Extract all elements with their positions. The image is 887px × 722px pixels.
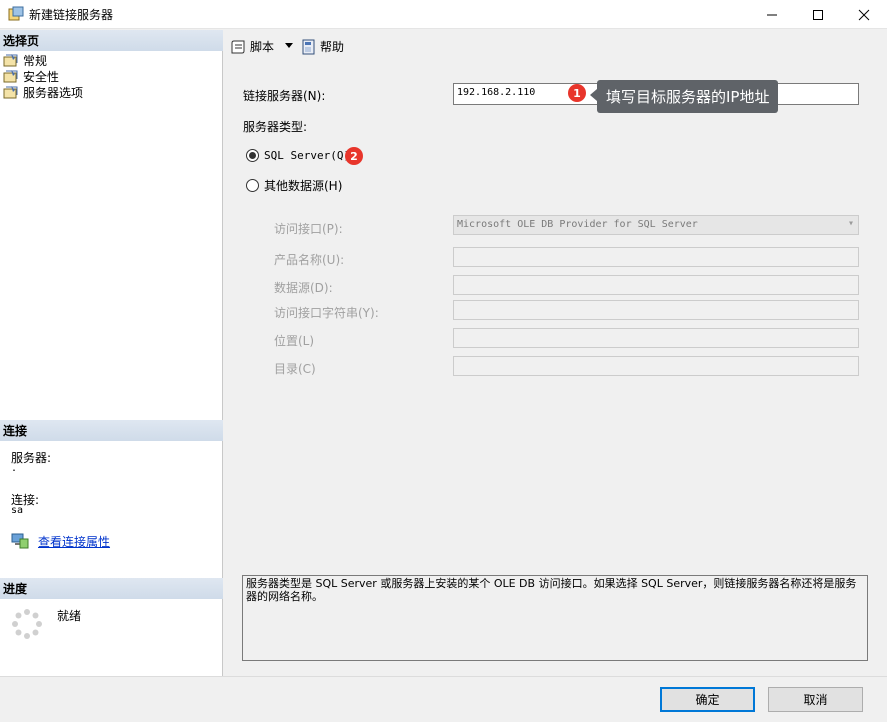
provider-select: Microsoft OLE DB Provider for SQL Server… <box>453 215 859 235</box>
script-icon <box>231 40 245 53</box>
server-type-label: 服务器类型: <box>243 120 308 134</box>
minimize-icon <box>767 14 777 15</box>
location-label: 位置(L) <box>274 334 315 348</box>
radio-other-label: 其他数据源(H) <box>264 179 343 193</box>
provider-string-label: 访问接口字符串(Y): <box>274 306 379 320</box>
maximize-button[interactable] <box>795 0 841 29</box>
annotation-badge-1: 1 <box>568 84 586 102</box>
left-panel: 选择页 常规 安全性 服务器选项 连接 服务器: . 连接: sa 查看连接属性… <box>0 30 223 676</box>
linked-server-label: 链接服务器(N): <box>243 89 326 103</box>
annotation-badge-2: 2 <box>345 147 363 165</box>
close-icon <box>858 9 870 20</box>
radio-unselected-icon <box>246 179 259 192</box>
annotation-tooltip: 填写目标服务器的IP地址 <box>597 80 779 113</box>
app-icon <box>8 6 24 21</box>
product-name-label: 产品名称(U): <box>274 253 345 267</box>
help-label: 帮助 <box>320 40 345 54</box>
ok-button[interactable]: 确定 <box>660 687 755 712</box>
title-bar: 新建链接服务器 <box>0 0 887 29</box>
minimize-button[interactable] <box>749 0 795 29</box>
data-source-input <box>453 275 859 295</box>
catalog-label: 目录(C) <box>274 362 316 376</box>
radio-sql-server[interactable]: SQL Server(Q) <box>246 149 350 162</box>
script-dropdown-chevron-icon[interactable] <box>285 43 293 49</box>
connection-properties-icon <box>11 533 29 549</box>
script-button[interactable]: 脚本 <box>231 38 274 55</box>
help-button[interactable]: 帮助 <box>301 38 344 55</box>
provider-label: 访问接口(P): <box>274 222 343 236</box>
view-connection-properties-link[interactable]: 查看连接属性 <box>38 533 110 550</box>
connection-value: sa <box>11 505 24 516</box>
page-icon <box>3 70 18 83</box>
tooltip-arrow <box>590 89 597 101</box>
page-item-label: 常规 <box>23 53 48 68</box>
page-item-label: 安全性 <box>23 69 60 84</box>
bottom-bar: 确定 取消 <box>0 676 887 722</box>
data-source-label: 数据源(D): <box>274 281 333 295</box>
catalog-input <box>453 356 859 376</box>
progress-header: 进度 <box>0 578 223 599</box>
radio-other-data-source[interactable]: 其他数据源(H) <box>246 177 342 194</box>
help-icon <box>302 39 315 54</box>
progress-status: 就绪 <box>57 609 82 623</box>
page-item-general[interactable]: 常规 <box>3 52 47 68</box>
product-name-input <box>453 247 859 267</box>
page-item-security[interactable]: 安全性 <box>3 68 59 84</box>
script-label: 脚本 <box>250 40 275 54</box>
radio-selected-icon <box>246 149 259 162</box>
page-icon <box>3 86 18 99</box>
page-item-server-options[interactable]: 服务器选项 <box>3 84 83 100</box>
toolbar: 脚本 帮助 <box>224 30 887 64</box>
window-title: 新建链接服务器 <box>29 8 114 22</box>
close-button[interactable] <box>841 0 887 29</box>
cancel-button[interactable]: 取消 <box>768 687 863 712</box>
chevron-down-icon: ▾ <box>847 218 854 229</box>
provider-string-input <box>453 300 859 320</box>
radio-sql-server-label: SQL Server(Q) <box>264 149 351 162</box>
server-value: . <box>11 463 18 474</box>
provider-value: Microsoft OLE DB Provider for SQL Server <box>457 219 698 230</box>
connection-header: 连接 <box>0 420 223 441</box>
page-icon <box>3 54 18 67</box>
maximize-icon <box>813 9 823 20</box>
page-item-label: 服务器选项 <box>23 85 84 100</box>
location-input <box>453 328 859 348</box>
select-page-header: 选择页 <box>0 30 223 51</box>
progress-spinner-icon <box>12 609 42 639</box>
description-box: 服务器类型是 SQL Server 或服务器上安装的某个 OLE DB 访问接口… <box>242 575 868 661</box>
